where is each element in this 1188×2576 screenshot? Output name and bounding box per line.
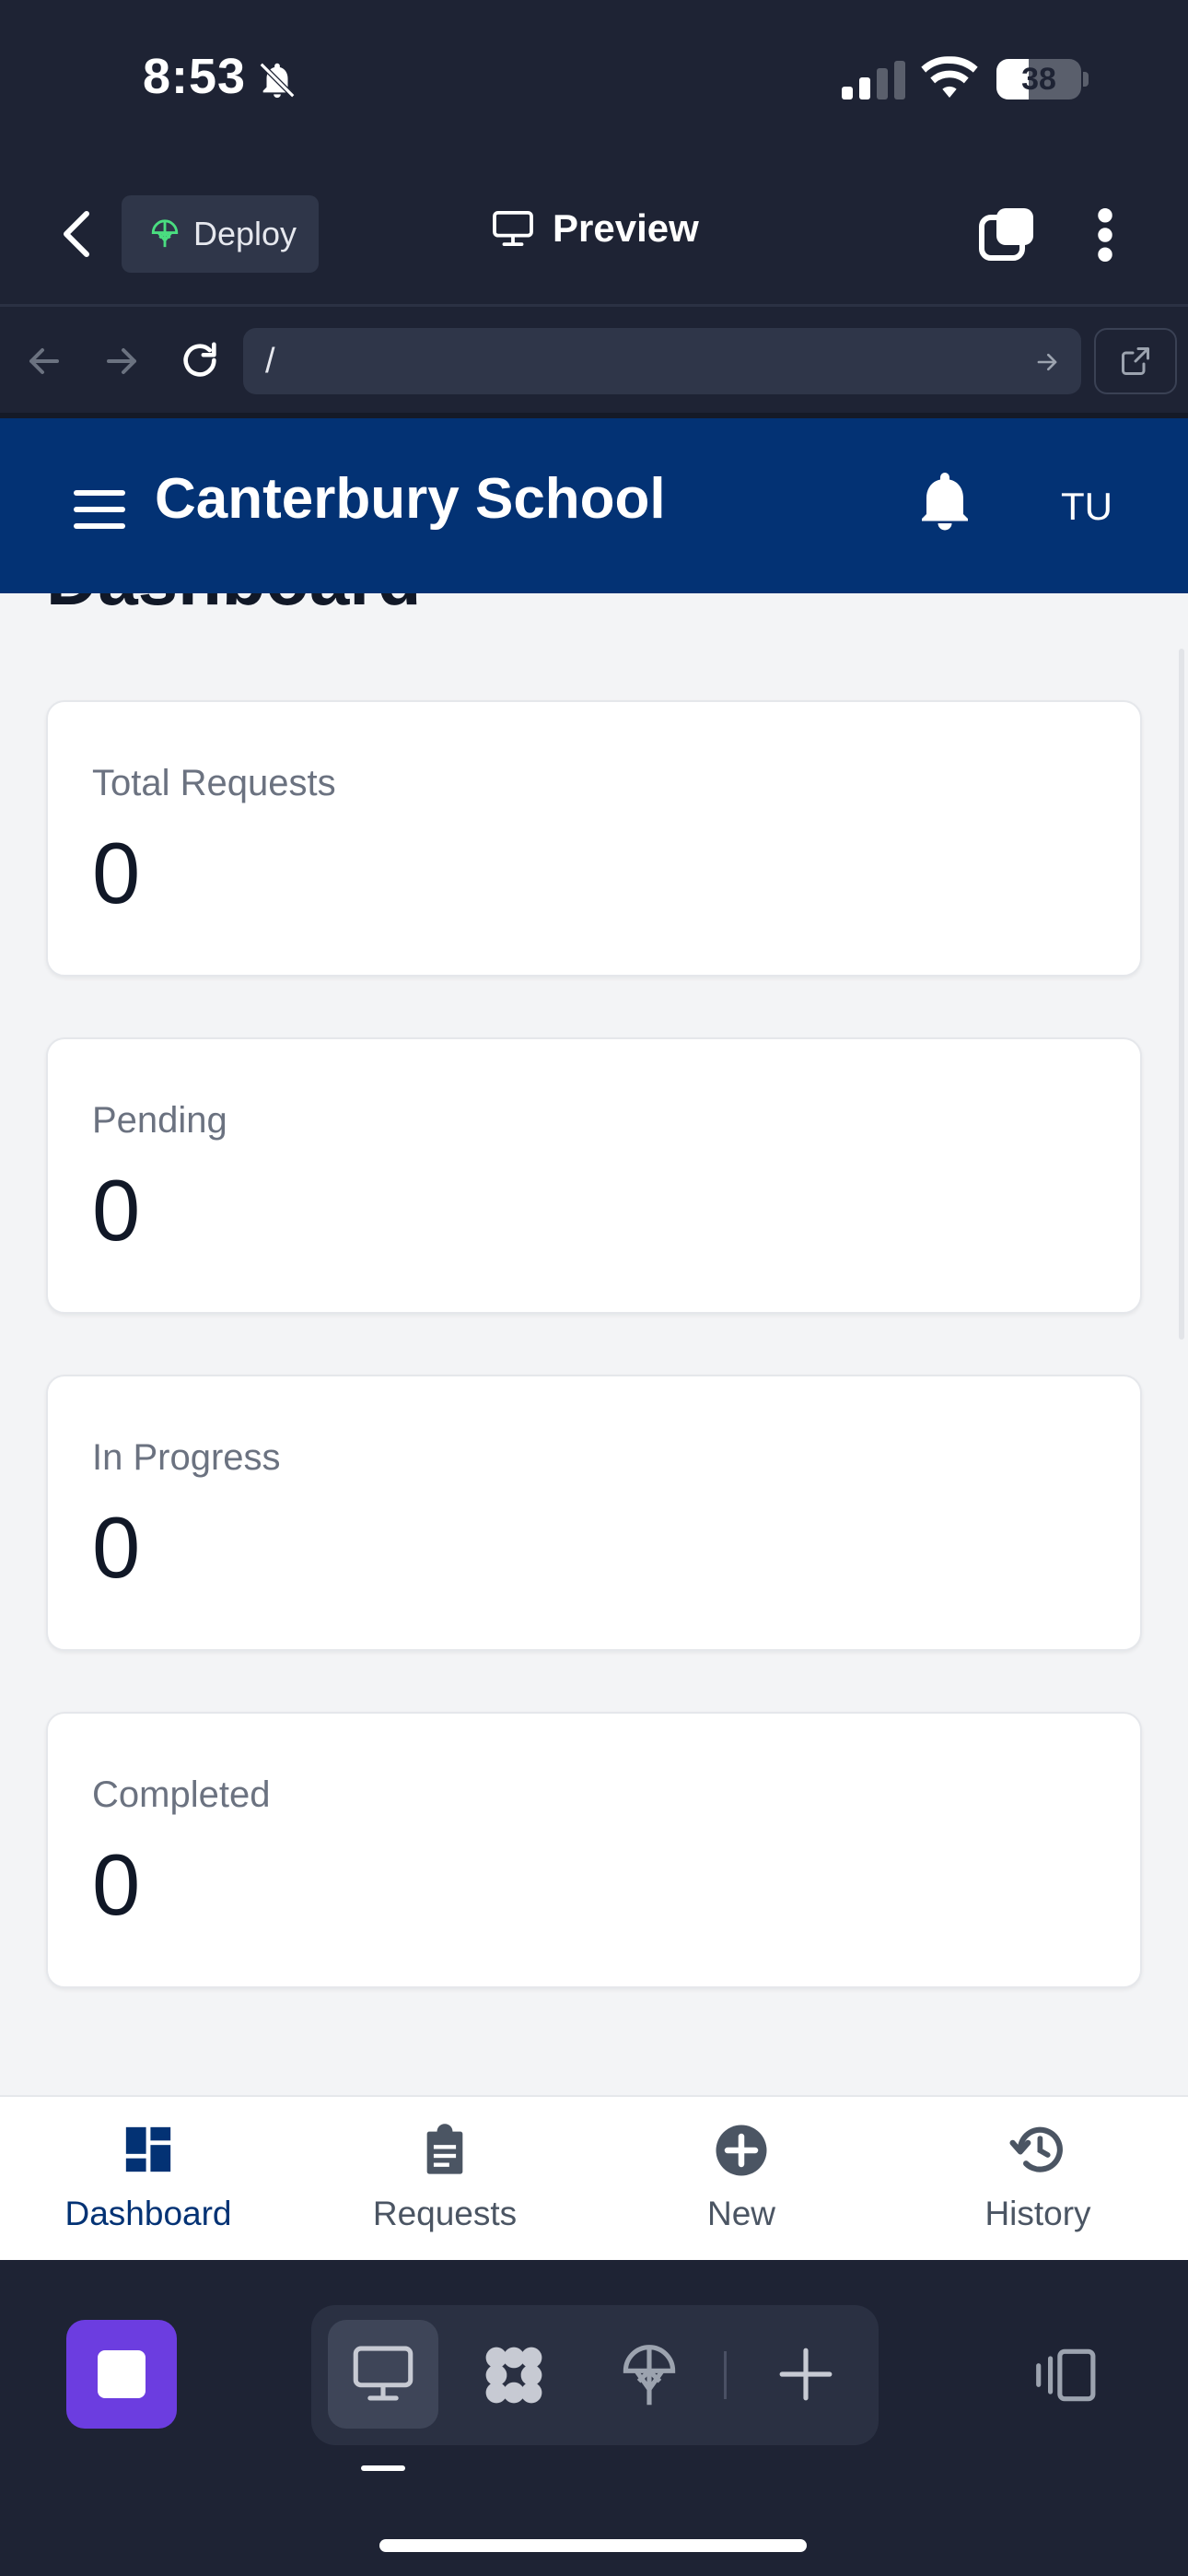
app-preview: Canterbury School TU Dashboard Total Req…: [0, 418, 1188, 2260]
stat-label: Pending: [92, 1100, 227, 1141]
monitor-tool-icon: [353, 2346, 413, 2401]
stat-card-in-progress: In Progress 0: [46, 1375, 1142, 1651]
preview-tab[interactable]: Preview: [492, 206, 699, 251]
deploy-tool-icon[interactable]: [617, 2342, 681, 2410]
notification-bell-icon[interactable]: [917, 470, 973, 531]
external-link-icon: [1122, 347, 1149, 375]
app-title: Canterbury School: [155, 467, 666, 531]
url-input[interactable]: /: [243, 328, 1081, 394]
plus-circle-icon: [716, 2125, 767, 2176]
nav-label: History: [984, 2195, 1091, 2232]
stop-button[interactable]: [66, 2320, 177, 2429]
url-text: /: [265, 341, 275, 381]
signal-icon: [842, 61, 905, 100]
stat-label: In Progress: [92, 1437, 281, 1478]
home-indicator[interactable]: [379, 2539, 807, 2552]
reload-icon[interactable]: [179, 339, 221, 381]
app-header: Canterbury School TU: [0, 418, 1188, 593]
stat-label: Total Requests: [92, 763, 336, 803]
tabs-icon[interactable]: [978, 206, 1037, 262]
monitor-icon: [493, 210, 533, 247]
more-options-icon[interactable]: [1096, 208, 1114, 262]
go-arrow-icon[interactable]: [1035, 350, 1059, 374]
wifi-icon: [921, 56, 978, 98]
nav-label: Dashboard: [64, 2195, 232, 2232]
status-time: 8:53: [143, 49, 247, 104]
user-avatar[interactable]: TU: [1061, 485, 1112, 529]
bottom-nav: Dashboard Requests New History: [0, 2095, 1188, 2260]
nav-back-icon[interactable]: [26, 343, 63, 380]
nav-requests[interactable]: Requests: [297, 2097, 593, 2260]
preview-label: Preview: [553, 206, 699, 250]
stat-label: Completed: [92, 1774, 271, 1815]
deploy-icon: [151, 219, 179, 248]
agent-tool-icon[interactable]: [479, 2340, 549, 2410]
clipboard-icon: [426, 2124, 463, 2174]
battery-level: 38: [1021, 62, 1056, 97]
history-icon: [1009, 2126, 1063, 2172]
battery-indicator: 38: [996, 59, 1081, 100]
bell-off-icon: [259, 62, 296, 99]
deploy-label: Deploy: [193, 215, 297, 252]
stat-value: 0: [92, 1162, 141, 1259]
stat-value: 0: [92, 1499, 141, 1596]
deploy-button[interactable]: Deploy: [122, 195, 319, 273]
nav-forward-icon[interactable]: [103, 343, 140, 380]
nav-history[interactable]: History: [890, 2097, 1186, 2260]
add-tool-icon[interactable]: [777, 2346, 834, 2403]
nav-label: New: [706, 2195, 776, 2232]
stat-card-total-requests: Total Requests 0: [46, 700, 1142, 977]
nav-dashboard[interactable]: Dashboard: [0, 2097, 297, 2260]
stat-card-pending: Pending 0: [46, 1037, 1142, 1314]
stop-icon: [98, 2350, 146, 2398]
stat-value: 0: [92, 825, 141, 921]
dashboard-icon: [125, 2126, 171, 2172]
back-chevron-icon[interactable]: [59, 210, 96, 258]
menu-icon[interactable]: [74, 490, 125, 529]
device-toggle-icon[interactable]: [1031, 2346, 1098, 2405]
nav-new[interactable]: New: [593, 2097, 890, 2260]
stat-card-completed: Completed 0: [46, 1712, 1142, 1988]
nav-label: Requests: [372, 2195, 518, 2232]
scrollbar[interactable]: [1179, 649, 1184, 1340]
stat-value: 0: [92, 1836, 141, 1933]
open-external-button[interactable]: [1094, 328, 1177, 394]
